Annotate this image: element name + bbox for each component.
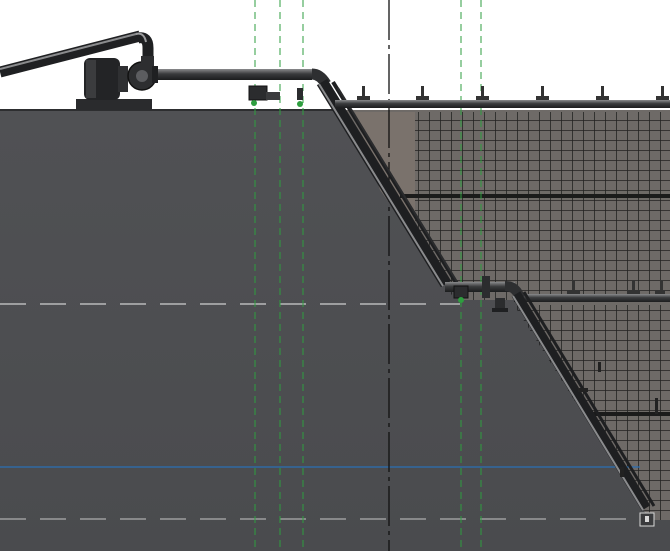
pipe-support-icon [357,86,370,100]
pipe-support-icon [476,86,489,100]
valve-icon [248,85,303,107]
pipe-support-icon [536,86,549,100]
pipe-support-icon [416,86,429,100]
lower-header-pipe [514,294,670,302]
upper-supports [357,86,669,100]
pump-icon [76,56,157,110]
pipe-support-icon [656,86,669,100]
pipe-support-icon [596,86,609,100]
section-drawing [0,0,670,551]
upper-header-pipe [335,100,670,108]
drawing-viewport [0,0,670,551]
slope-grid-upper [415,112,670,300]
discharge-pipe-upper [152,66,312,83]
flange-icon [639,512,655,527]
